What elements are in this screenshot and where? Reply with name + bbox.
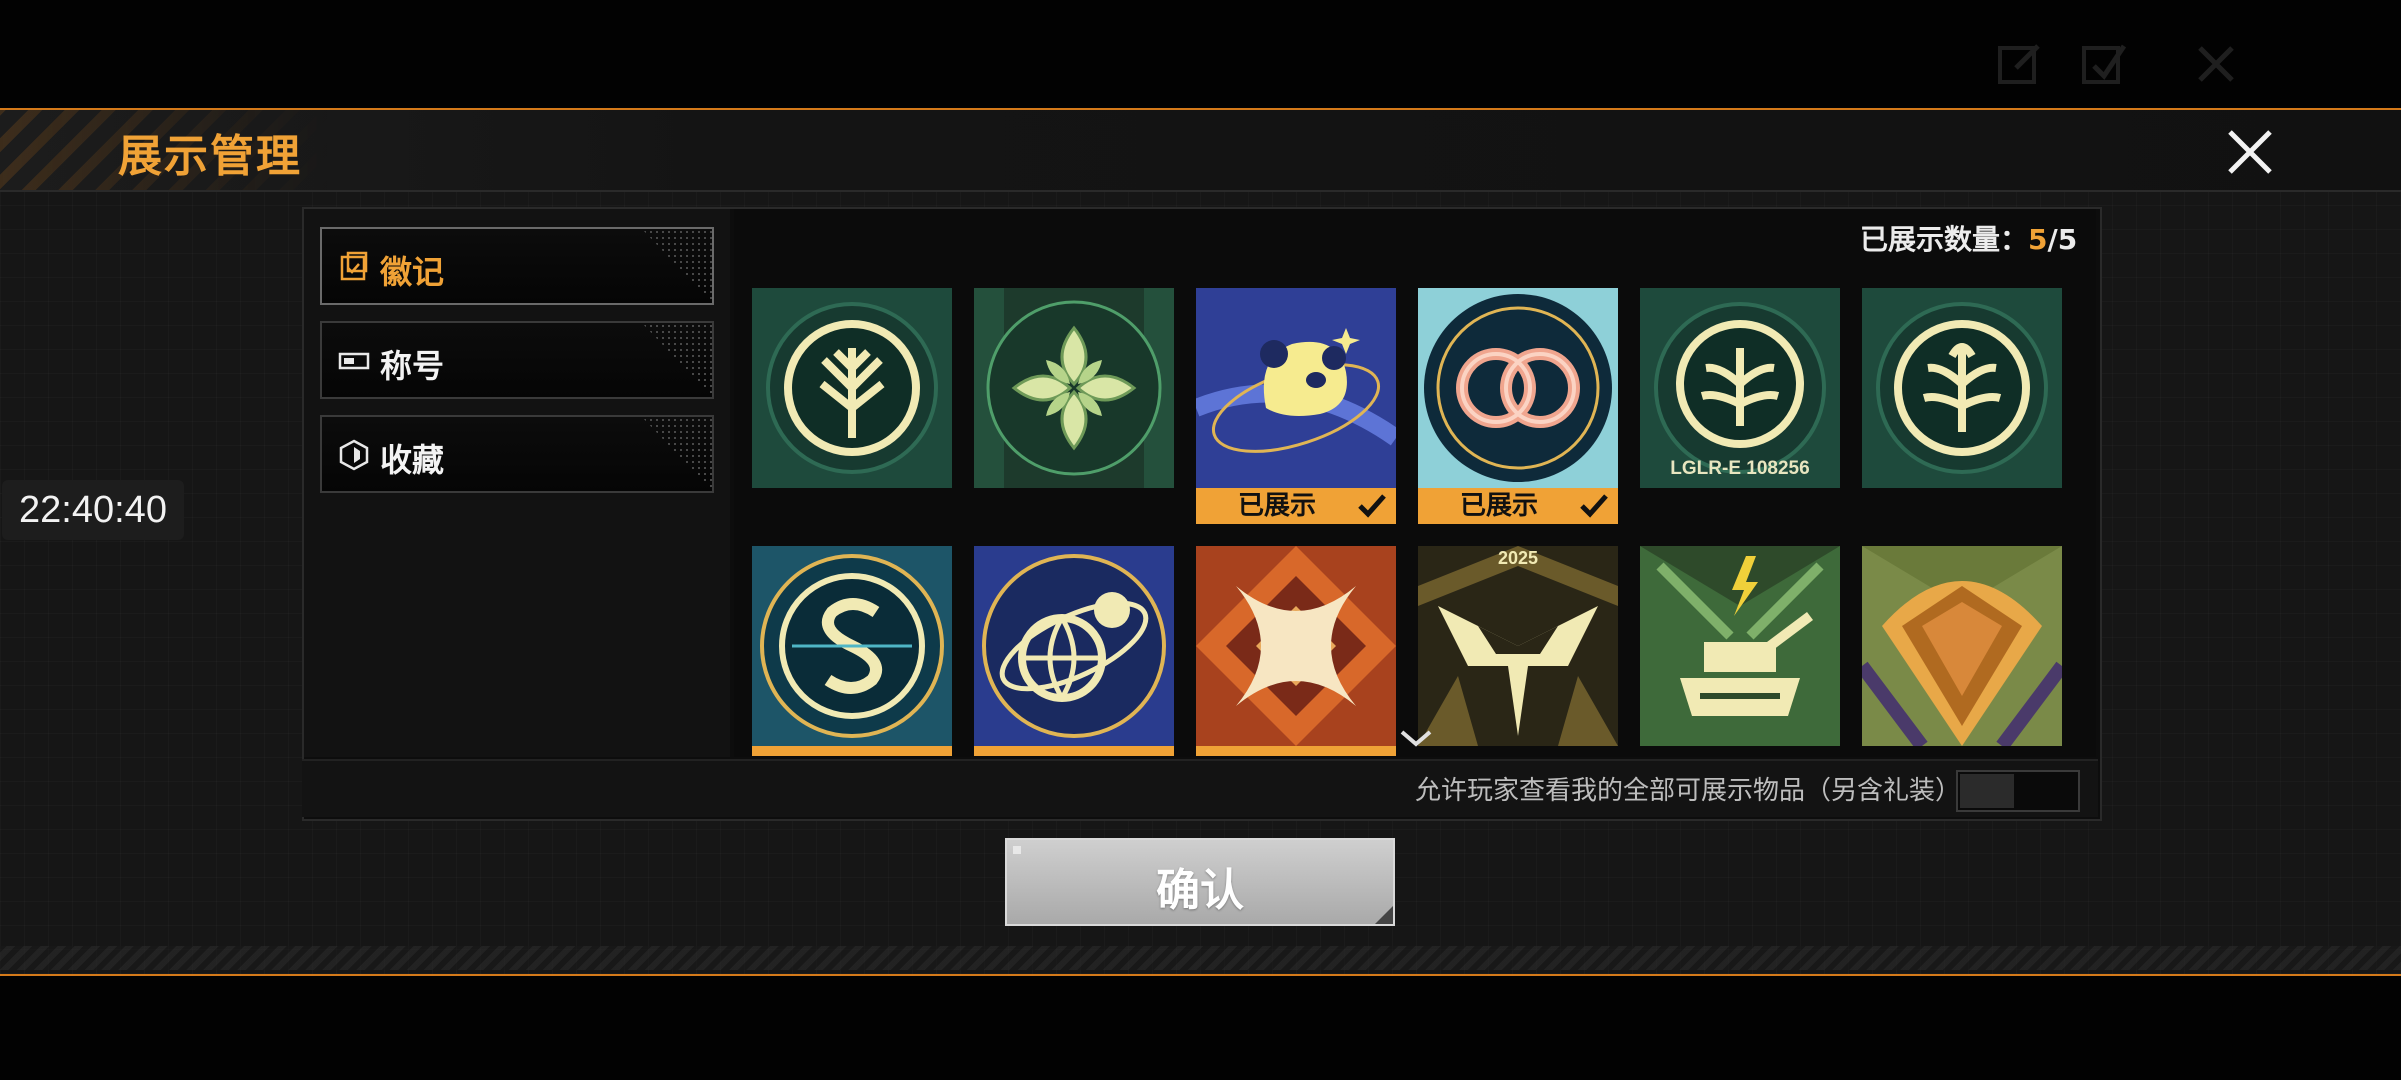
- badge-year-2025[interactable]: [1418, 546, 1618, 756]
- shown-tag: 已展示: [1418, 488, 1618, 524]
- tab-titles-label: 称号: [380, 347, 445, 385]
- badge-cross-x[interactable]: [1196, 546, 1396, 756]
- edit-icon: [1998, 44, 2040, 84]
- display-count-label: 已展示数量：: [1860, 223, 2029, 256]
- badge-green-tree[interactable]: [752, 288, 952, 488]
- shown-tag: [974, 746, 1174, 756]
- badge-s-globe[interactable]: [752, 546, 952, 756]
- chevron-down-icon[interactable]: [1398, 726, 1434, 750]
- shown-tag: [1196, 746, 1396, 756]
- tab-decoration: [642, 323, 712, 397]
- tab-titles[interactable]: 称号: [320, 321, 714, 399]
- check-icon: [1358, 494, 1386, 518]
- dismiss-icon: [2198, 46, 2234, 82]
- bottom-hazard-strip: [0, 946, 2401, 970]
- allow-view-toggle[interactable]: [1956, 770, 2080, 812]
- tab-decoration: [642, 417, 712, 491]
- badge-twin-rings[interactable]: [1418, 288, 1618, 488]
- badge-gold-diamond[interactable]: [1862, 546, 2062, 756]
- toggle-knob: [1960, 774, 2014, 808]
- badge-caption: LGLR-E 108256: [1670, 458, 1810, 479]
- check-icon: [1580, 494, 1608, 518]
- shown-tag-label: 已展示: [1238, 491, 1317, 521]
- tab-badges-label: 徽记: [380, 253, 445, 291]
- tab-collection-label: 收藏: [380, 441, 445, 479]
- panel-header: [0, 110, 2401, 192]
- badge-panda[interactable]: [1196, 288, 1396, 488]
- badge-caption: 2025: [1497, 548, 1539, 568]
- shown-tag: 已展示: [1196, 488, 1396, 524]
- page-title: 展示管理: [118, 131, 302, 182]
- display-count-max: 5: [2057, 223, 2078, 256]
- badge-sprout[interactable]: [1862, 288, 2062, 488]
- close-button[interactable]: [2222, 124, 2278, 180]
- display-count-current: 5: [2028, 223, 2048, 256]
- shown-tag: [752, 746, 952, 756]
- confirm-button-label: 确认: [1156, 865, 1244, 916]
- badge-tank[interactable]: [1640, 546, 1840, 756]
- allow-view-label: 允许玩家查看我的全部可展示物品（另含礼装）: [1415, 776, 1962, 806]
- clock-overlay: 22:40:40: [2, 480, 184, 540]
- tab-collection[interactable]: 收藏: [320, 415, 714, 493]
- collection-shield-icon: [339, 439, 369, 471]
- display-count: 已展示数量：5/5: [1860, 218, 2077, 258]
- title-card-icon: [338, 352, 370, 370]
- tab-decoration: [642, 229, 712, 303]
- badge-leaf-flower[interactable]: [974, 288, 1174, 488]
- tab-badges[interactable]: 徽记: [320, 227, 714, 305]
- display-count-sep: /: [2047, 223, 2058, 256]
- note-icon: [2082, 44, 2127, 84]
- corner-marker: [1013, 846, 1021, 854]
- shown-tag-label: 已展示: [1460, 491, 1539, 521]
- confirm-button[interactable]: 确认: [1005, 838, 1395, 926]
- badge-planet-orbit[interactable]: [974, 546, 1174, 756]
- badge-icon: [340, 251, 368, 281]
